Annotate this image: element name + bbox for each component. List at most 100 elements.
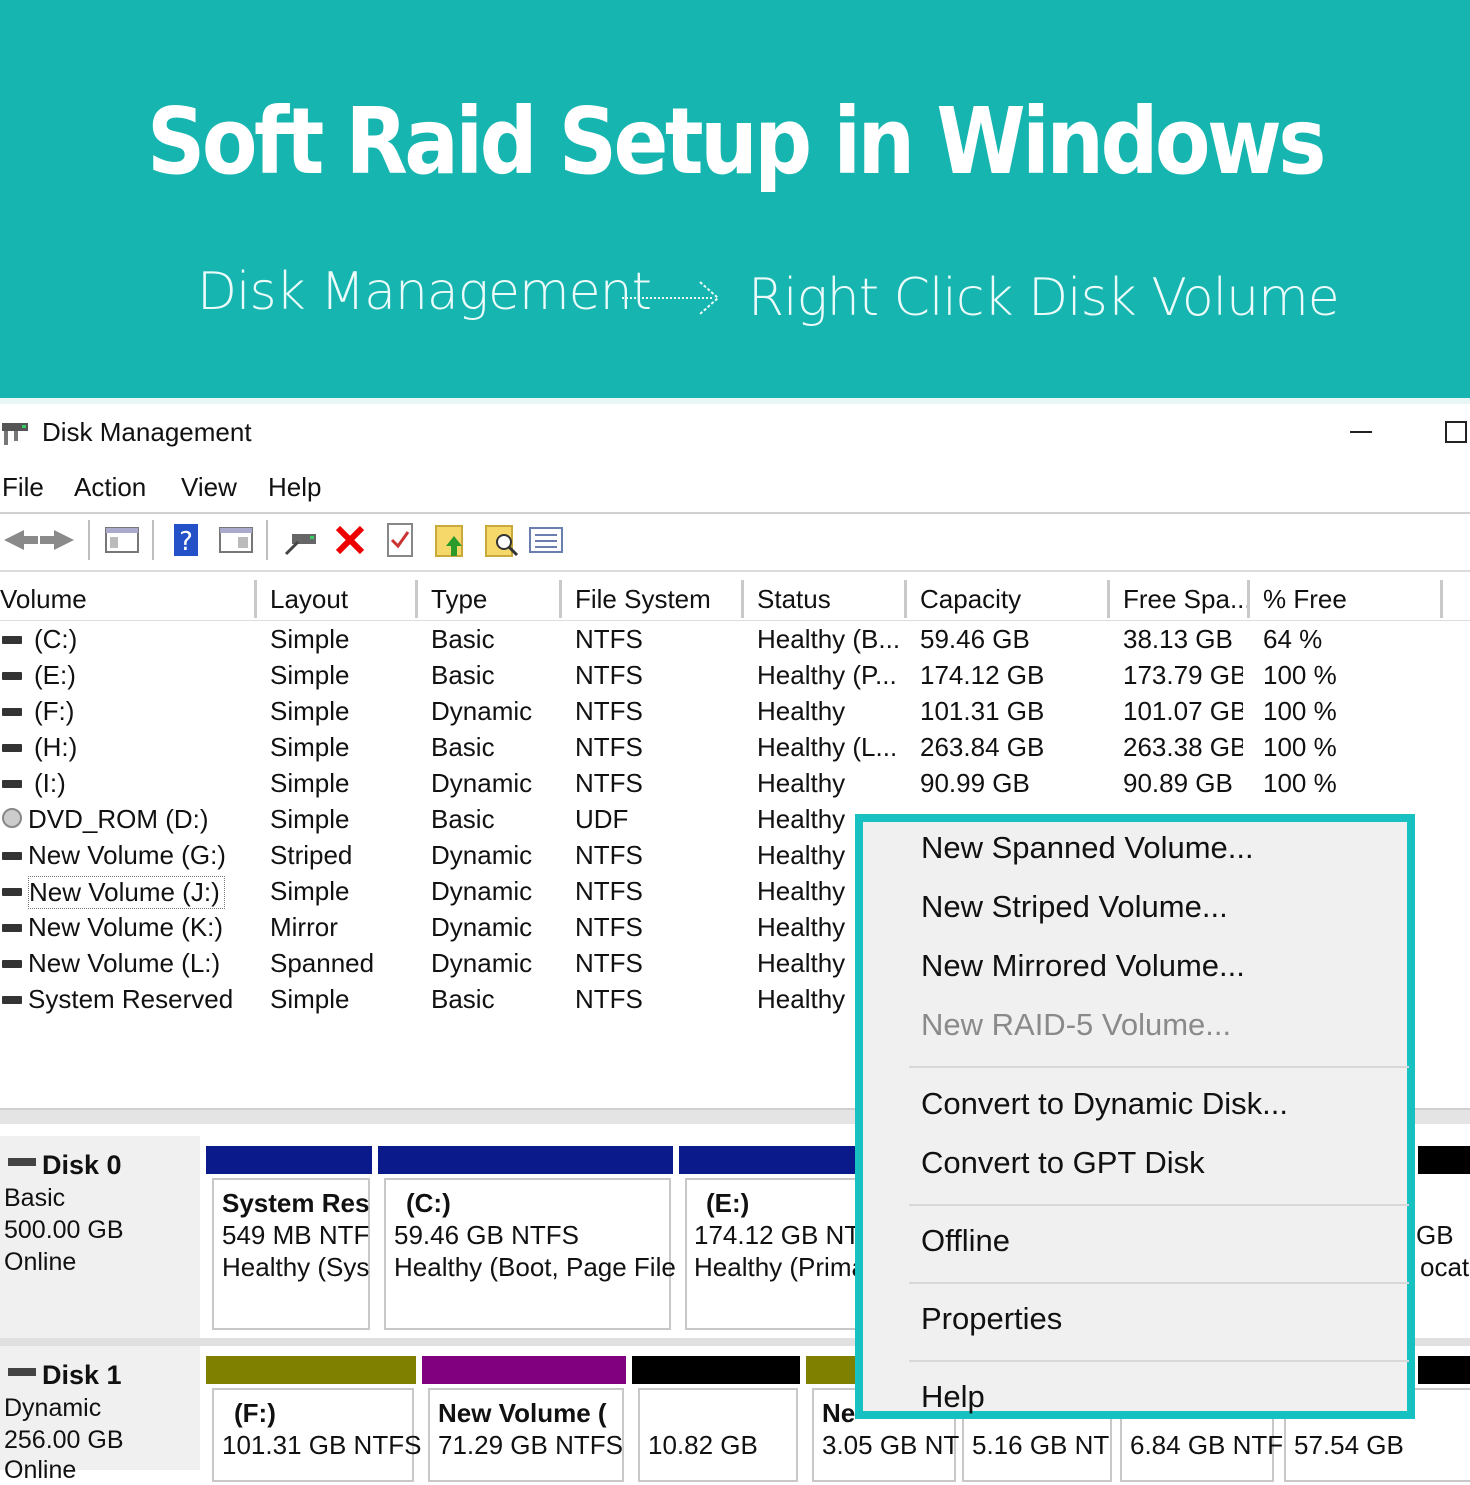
partition-bar: [206, 1146, 372, 1174]
minimize-icon: [1350, 431, 1372, 433]
cell-file-system: NTFS: [575, 624, 643, 654]
partition-size: 10.82 GB: [648, 1430, 758, 1460]
table-row[interactable]: (H:) Simple Basic NTFS Healthy (L... 263.84 G…: [0, 730, 1470, 766]
column-file-system[interactable]: File System: [575, 584, 711, 615]
cell-percent-free: 100 %: [1263, 768, 1337, 798]
cell-layout: Simple: [270, 696, 350, 726]
partition-size: 5.16 GB NT: [972, 1430, 1110, 1460]
menu-convert-gpt-disk[interactable]: Convert to GPT Disk: [921, 1145, 1205, 1181]
volume-icon: [2, 960, 22, 968]
disk-1-name: Disk 1: [42, 1360, 122, 1390]
column-divider[interactable]: [1107, 580, 1110, 618]
column-divider[interactable]: [415, 580, 418, 618]
menu-offline[interactable]: Offline: [921, 1223, 1010, 1259]
partition-size: 71.29 GB NTFS: [438, 1430, 623, 1460]
column-capacity[interactable]: Capacity: [920, 584, 1021, 615]
menu-new-spanned-volume[interactable]: New Spanned Volume...: [921, 830, 1254, 866]
menu-new-striped-volume[interactable]: New Striped Volume...: [921, 889, 1228, 925]
help-icon[interactable]: ?: [166, 520, 206, 560]
menu-action[interactable]: Action: [74, 472, 146, 503]
cell-file-system: NTFS: [575, 768, 643, 798]
partition-title: (F:): [234, 1398, 276, 1428]
cell-capacity: 59.46 GB: [920, 624, 1030, 654]
menu-new-mirrored-volume[interactable]: New Mirrored Volume...: [921, 948, 1245, 984]
menu-properties[interactable]: Properties: [921, 1301, 1062, 1337]
volume-icon: [2, 708, 22, 716]
disk-icon: [8, 1158, 36, 1166]
cell-type: Dynamic: [431, 768, 533, 798]
menu-file[interactable]: File: [2, 472, 44, 503]
search-folder-icon[interactable]: [482, 520, 522, 560]
cell-percent-free: 100 %: [1263, 732, 1337, 762]
menu-separator: [909, 1360, 1409, 1362]
cell-layout: Simple: [270, 984, 350, 1014]
cell-layout: Simple: [270, 768, 350, 798]
cell-status: Healthy: [757, 696, 846, 726]
properties-pane-icon[interactable]: [216, 520, 256, 560]
cell-volume: New Volume (G:): [28, 840, 226, 870]
column-percent-free[interactable]: % Free: [1263, 584, 1347, 615]
cell-layout: Spanned: [270, 948, 375, 978]
menu-separator: [909, 1066, 1409, 1068]
column-divider[interactable]: [741, 580, 744, 618]
context-menu: New Spanned Volume... New Striped Volume…: [855, 814, 1415, 1419]
cell-type: Dynamic: [431, 840, 533, 870]
window-title: Disk Management: [42, 417, 252, 447]
connect-drive-icon[interactable]: [282, 520, 322, 560]
menu-view[interactable]: View: [181, 472, 237, 503]
partition-size: 6.84 GB NTF: [1130, 1430, 1284, 1460]
partition-bar: [806, 1356, 856, 1384]
check-icon[interactable]: [380, 520, 420, 560]
table-row[interactable]: (E:) Simple Basic NTFS Healthy (P... 174.12 G…: [0, 658, 1470, 694]
column-layout[interactable]: Layout: [270, 584, 348, 615]
open-folder-up-icon[interactable]: [432, 520, 472, 560]
partition-size: 174.12 GB NTF: [694, 1220, 877, 1250]
partition-title: (C:): [406, 1188, 451, 1218]
cell-percent-free: 100 %: [1263, 660, 1337, 690]
disk-1-size: 256.00 GB: [4, 1426, 124, 1454]
column-volume[interactable]: Volume: [0, 584, 87, 615]
cell-capacity: 90.99 GB: [920, 768, 1030, 798]
table-row[interactable]: (F:) Simple Dynamic NTFS Healthy 101.31 GB 101…: [0, 694, 1470, 730]
column-free-space[interactable]: Free Spa...: [1123, 584, 1252, 615]
cell-file-system: NTFS: [575, 840, 643, 870]
column-divider[interactable]: [254, 580, 257, 618]
menu-help[interactable]: Help: [268, 472, 321, 503]
column-type[interactable]: Type: [431, 584, 487, 615]
cell-volume: New Volume (K:): [28, 912, 224, 942]
cell-type: Basic: [431, 984, 495, 1014]
menu-help-item[interactable]: Help: [921, 1379, 985, 1415]
column-divider[interactable]: [904, 580, 907, 618]
banner: [0, 0, 1470, 398]
toolbar-separator: [266, 520, 268, 560]
forward-arrow-icon[interactable]: [38, 520, 78, 560]
cell-type: Dynamic: [431, 912, 533, 942]
column-divider[interactable]: [1247, 580, 1250, 618]
partition-bar: [632, 1356, 800, 1384]
column-divider[interactable]: [1440, 580, 1443, 618]
cell-volume: (I:): [34, 768, 66, 798]
console-tree-icon[interactable]: [102, 520, 142, 560]
menu-convert-dynamic-disk[interactable]: Convert to Dynamic Disk...: [921, 1086, 1288, 1122]
cell-file-system: UDF: [575, 804, 629, 834]
cell-free-space: 90.89 GB: [1123, 768, 1233, 798]
minimize-button[interactable]: [1340, 410, 1380, 450]
table-row[interactable]: (I:) Simple Dynamic NTFS Healthy 90.99 GB 90.8…: [0, 766, 1470, 802]
maximize-button[interactable]: [1436, 410, 1470, 450]
table-row[interactable]: (C:) Simple Basic NTFS Healthy (B... 59.46 GB…: [0, 622, 1470, 658]
back-arrow-icon[interactable]: [0, 520, 40, 560]
toolbar-separator: [152, 520, 154, 560]
cell-type: Basic: [431, 660, 495, 690]
svg-text:?: ?: [179, 527, 193, 557]
column-status[interactable]: Status: [757, 584, 831, 615]
partition-title: (E:): [706, 1188, 750, 1218]
banner-title: Soft Raid Setup in Windows: [147, 88, 1326, 195]
banner-step-disk-management: Disk Management: [197, 262, 652, 322]
volume-icon: [2, 636, 22, 644]
list-view-icon[interactable]: [526, 520, 566, 560]
partition-bar: [679, 1146, 859, 1174]
cell-file-system: NTFS: [575, 984, 643, 1014]
column-divider[interactable]: [559, 580, 562, 618]
disk-1-type: Dynamic: [4, 1394, 102, 1422]
delete-icon[interactable]: [330, 520, 370, 560]
